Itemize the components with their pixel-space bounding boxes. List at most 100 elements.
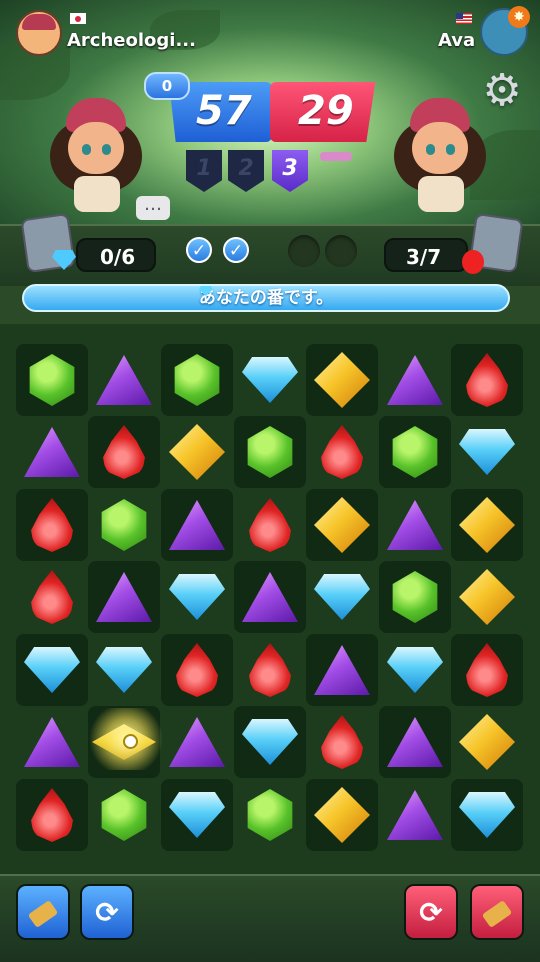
blue-gem[interactable] — [169, 792, 225, 838]
yellow-gem[interactable] — [459, 714, 515, 770]
blue-gem[interactable] — [169, 574, 225, 620]
purple-gem[interactable] — [96, 572, 152, 622]
green-gem[interactable] — [101, 789, 147, 841]
board-cell[interactable] — [306, 779, 378, 851]
board-cell[interactable] — [451, 344, 523, 416]
board-cell[interactable] — [161, 416, 233, 488]
green-gem[interactable] — [174, 354, 220, 406]
board-cell[interactable] — [451, 561, 523, 633]
purple-gem[interactable] — [387, 500, 443, 550]
board-cell[interactable] — [451, 416, 523, 488]
board-cell[interactable] — [306, 561, 378, 633]
red-gem[interactable] — [31, 498, 73, 552]
board-cell[interactable] — [306, 706, 378, 778]
board-cell[interactable] — [16, 489, 88, 561]
red-gem[interactable] — [466, 643, 508, 697]
board-cell[interactable] — [234, 344, 306, 416]
red-gem[interactable] — [31, 570, 73, 624]
board-cell[interactable] — [379, 489, 451, 561]
purple-gem[interactable] — [169, 500, 225, 550]
yellow-gem[interactable] — [314, 352, 370, 408]
board-cell[interactable] — [161, 634, 233, 706]
board-cell[interactable] — [88, 489, 160, 561]
purple-gem[interactable] — [24, 427, 80, 477]
yellow-gem[interactable] — [169, 424, 225, 480]
hammer-booster-button[interactable] — [16, 884, 70, 940]
purple-gem[interactable] — [387, 717, 443, 767]
blue-gem[interactable] — [24, 647, 80, 693]
red-gem[interactable] — [249, 643, 291, 697]
blue-gem[interactable] — [459, 429, 515, 475]
blue-gem[interactable] — [242, 357, 298, 403]
board-cell[interactable] — [306, 416, 378, 488]
blue-gem[interactable] — [387, 647, 443, 693]
purple-gem[interactable] — [387, 355, 443, 405]
yellow-gem[interactable] — [314, 497, 370, 553]
green-gem[interactable] — [247, 789, 293, 841]
board-cell[interactable] — [306, 489, 378, 561]
yellow-gem[interactable] — [314, 787, 370, 843]
board-cell[interactable] — [451, 779, 523, 851]
yellow-gem[interactable] — [459, 497, 515, 553]
red-gem[interactable] — [31, 788, 73, 842]
board-cell[interactable] — [379, 706, 451, 778]
board-cell[interactable] — [161, 344, 233, 416]
board-cell[interactable] — [16, 634, 88, 706]
board-cell[interactable] — [379, 344, 451, 416]
board-cell[interactable] — [379, 634, 451, 706]
board-cell[interactable] — [88, 779, 160, 851]
board-cell[interactable] — [234, 489, 306, 561]
red-gem[interactable] — [176, 643, 218, 697]
board-cell[interactable] — [234, 561, 306, 633]
yellow-gem[interactable] — [459, 569, 515, 625]
blue-gem[interactable] — [459, 792, 515, 838]
board-cell[interactable] — [16, 561, 88, 633]
green-gem[interactable] — [101, 499, 147, 551]
board-cell[interactable] — [234, 706, 306, 778]
chat-bubble-icon[interactable]: … — [136, 196, 170, 220]
board-cell[interactable] — [161, 706, 233, 778]
purple-gem[interactable] — [169, 717, 225, 767]
blue-gem[interactable] — [96, 647, 152, 693]
board-cell[interactable] — [451, 489, 523, 561]
board-cell[interactable] — [379, 779, 451, 851]
board-cell[interactable] — [161, 561, 233, 633]
purple-gem[interactable] — [387, 790, 443, 840]
red-gem[interactable] — [321, 715, 363, 769]
red-gem[interactable] — [321, 425, 363, 479]
purple-gem[interactable] — [96, 355, 152, 405]
board-cell[interactable] — [379, 416, 451, 488]
board-cell[interactable] — [88, 561, 160, 633]
red-gem[interactable] — [103, 425, 145, 479]
board-cell[interactable] — [306, 634, 378, 706]
player-left-avatar[interactable] — [16, 10, 62, 56]
green-gem[interactable] — [392, 571, 438, 623]
board-cell[interactable] — [88, 634, 160, 706]
green-gem[interactable] — [247, 426, 293, 478]
board-cell[interactable] — [379, 561, 451, 633]
board-cell[interactable] — [16, 416, 88, 488]
purple-gem[interactable] — [314, 645, 370, 695]
board-cell[interactable] — [161, 489, 233, 561]
green-gem[interactable] — [29, 354, 75, 406]
shuffle-booster-button[interactable]: ⟳ — [80, 884, 134, 940]
board-cell[interactable] — [306, 344, 378, 416]
red-gem[interactable] — [249, 498, 291, 552]
board-cell[interactable] — [16, 706, 88, 778]
board-cell[interactable] — [161, 779, 233, 851]
red-gem[interactable] — [466, 353, 508, 407]
green-gem[interactable] — [392, 426, 438, 478]
board-cell[interactable] — [234, 779, 306, 851]
board-cell[interactable] — [234, 634, 306, 706]
board-cell[interactable] — [451, 706, 523, 778]
board-cell[interactable] — [88, 416, 160, 488]
board-cell[interactable] — [234, 416, 306, 488]
blue-gem[interactable] — [242, 719, 298, 765]
purple-gem[interactable] — [242, 572, 298, 622]
blue-gem[interactable] — [314, 574, 370, 620]
purple-gem[interactable] — [24, 717, 80, 767]
board-cell[interactable] — [16, 779, 88, 851]
board-cell[interactable] — [16, 344, 88, 416]
board-cell[interactable] — [88, 344, 160, 416]
board-cell[interactable] — [451, 634, 523, 706]
